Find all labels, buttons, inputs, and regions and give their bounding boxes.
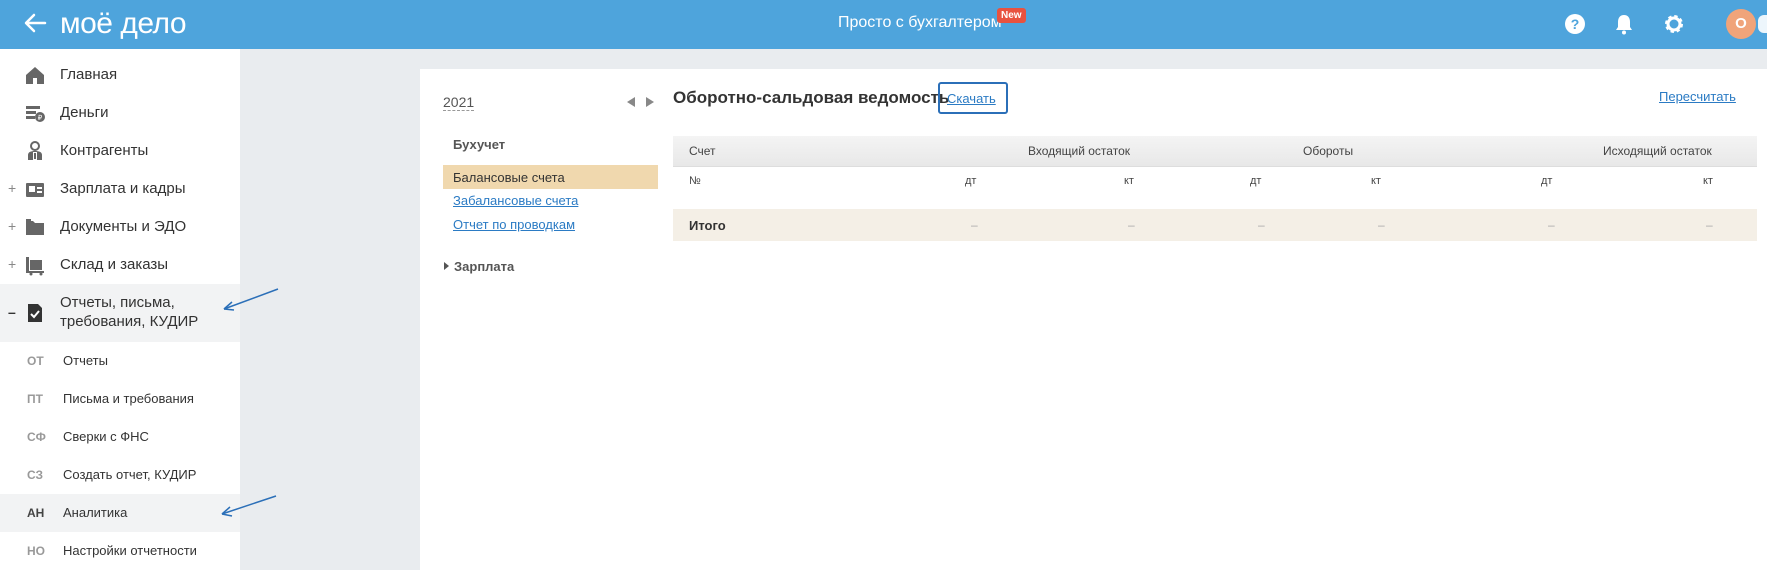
sidebar-item-salary[interactable]: + Зарплата и кадры	[0, 170, 240, 208]
sidebar-item-contractors[interactable]: Контрагенты	[0, 132, 240, 170]
subheader-number: №	[689, 175, 701, 187]
subitem-label: Настройки отчетности	[63, 543, 197, 558]
back-arrow-icon[interactable]	[20, 8, 50, 38]
help-icon[interactable]: ?	[1563, 12, 1587, 36]
next-year-icon[interactable]	[646, 97, 654, 107]
subitem-label: Создать отчет, КУДИР	[63, 467, 197, 482]
svg-text:?: ?	[1571, 16, 1580, 32]
sidebar-item-documents[interactable]: + Документы и ЭДО	[0, 208, 240, 246]
salary-group-label: Зарплата	[454, 259, 515, 274]
subheader-closing-kt: кт	[1703, 175, 1713, 187]
subitem-label: Отчеты	[63, 353, 108, 368]
section-title: Бухучет	[453, 137, 506, 152]
sidebar-item-money[interactable]: ₽ Деньги	[0, 94, 240, 132]
salary-group-toggle[interactable]: Зарплата	[444, 259, 514, 274]
subitem-label: Письма и требования	[63, 391, 194, 406]
header-divider	[673, 166, 1757, 167]
sidebar-subitem-reports[interactable]: ОТ Отчеты	[0, 342, 240, 380]
avatar-edge	[1758, 15, 1767, 33]
postings-report-link[interactable]: Отчет по проводкам	[453, 217, 575, 232]
balance-accounts-label: Балансовые счета	[453, 170, 565, 185]
subitem-label: Сверки с ФНС	[63, 429, 149, 444]
total-value: –	[1378, 218, 1385, 232]
top-header: моё дело Просто с бухгалтером New ? О	[0, 0, 1767, 49]
total-value: –	[971, 218, 978, 232]
sidebar-item-label: Контрагенты	[60, 142, 149, 159]
contractor-icon	[28, 141, 42, 160]
sidebar-subitem-fns[interactable]: СФ Сверки с ФНС	[0, 418, 240, 456]
subitem-abbr: ПТ	[27, 392, 43, 406]
sidebar-subitem-letters[interactable]: ПТ Письма и требования	[0, 380, 240, 418]
sidebar-item-label-line1: Отчеты, письма,	[60, 294, 175, 311]
download-button[interactable]: Скачать	[938, 82, 1008, 114]
subitem-abbr: СЗ	[27, 468, 44, 482]
sidebar-item-label-line2: требования, КУДИР	[60, 313, 199, 330]
header-turnover: Обороты	[1303, 144, 1354, 158]
sidebar: Главная ₽ Деньги Контрагенты + Зарплата …	[0, 49, 240, 570]
prev-year-icon[interactable]	[627, 97, 635, 107]
subitem-abbr: СФ	[27, 430, 46, 444]
folder-icon	[26, 219, 44, 235]
subitem-abbr: НО	[27, 544, 45, 558]
sidebar-item-label: Главная	[60, 66, 118, 83]
subheader-opening-kt: кт	[1124, 175, 1134, 187]
total-row: Итого – – – – – –	[673, 209, 1757, 241]
header-account: Счет	[689, 144, 716, 158]
total-value: –	[1128, 218, 1135, 232]
svg-text:₽: ₽	[38, 114, 43, 122]
subitem-label: Аналитика	[63, 505, 128, 520]
annotation-arrow	[223, 288, 279, 311]
total-value: –	[1706, 218, 1713, 232]
bell-icon[interactable]	[1612, 12, 1636, 36]
year-selector[interactable]: 2021	[443, 94, 475, 111]
expand-toggle[interactable]: +	[8, 180, 16, 196]
expand-triangle-icon	[444, 262, 449, 270]
total-value: –	[1548, 218, 1555, 232]
annotation-arrow	[221, 495, 277, 517]
collapse-toggle[interactable]: –	[8, 304, 16, 320]
header-opening-balance: Входящий остаток	[1028, 144, 1130, 158]
balance-accounts-item[interactable]: Балансовые счета	[443, 165, 658, 189]
sidebar-subitem-create-report[interactable]: СЗ Создать отчет, КУДИР	[0, 456, 240, 494]
sidebar-subitem-settings[interactable]: НО Настройки отчетности	[0, 532, 240, 570]
money-icon: ₽	[26, 106, 45, 122]
header-title[interactable]: Просто с бухгалтером	[838, 14, 1002, 32]
subheader-opening-dt: дт	[965, 175, 977, 187]
subheader-closing-dt: дт	[1541, 175, 1553, 187]
download-label: Скачать	[947, 91, 996, 106]
total-label: Итого	[689, 218, 726, 233]
home-icon	[26, 67, 44, 84]
sidebar-item-label: Склад и заказы	[60, 256, 169, 273]
new-badge: New	[997, 8, 1026, 23]
total-value: –	[1258, 218, 1265, 232]
report-title: Оборотно-сальдовая ведомость	[673, 88, 950, 107]
subheader-turnover-kt: кт	[1371, 175, 1381, 187]
user-avatar[interactable]: О	[1726, 9, 1756, 39]
subheader-turnover-dt: дт	[1250, 175, 1262, 187]
table-header: Счет Входящий остаток Обороты Исходящий …	[673, 136, 1757, 166]
sidebar-item-label: Деньги	[60, 104, 109, 121]
sidebar-item-label: Зарплата и кадры	[60, 180, 186, 197]
sidebar-item-label: Документы и ЭДО	[60, 218, 187, 235]
recalculate-link[interactable]: Пересчитать	[1659, 89, 1736, 104]
expand-toggle[interactable]: +	[8, 256, 16, 272]
sidebar-item-home[interactable]: Главная	[0, 56, 240, 94]
subitem-abbr: АН	[27, 506, 45, 520]
report-icon	[28, 304, 42, 322]
off-balance-link[interactable]: Забалансовые счета	[453, 193, 578, 208]
sidebar-item-warehouse[interactable]: + Склад и заказы	[0, 246, 240, 284]
salary-icon	[26, 183, 44, 197]
logo[interactable]: моё дело	[60, 7, 187, 41]
sidebar-item-reports[interactable]: – Отчеты, письма, требования, КУДИР	[0, 284, 240, 342]
subitem-abbr: ОТ	[27, 354, 44, 368]
expand-toggle[interactable]: +	[8, 218, 16, 234]
warehouse-icon	[26, 257, 44, 276]
gear-icon[interactable]	[1662, 12, 1686, 36]
sidebar-subitem-analytics[interactable]: АН Аналитика	[0, 494, 240, 532]
header-closing-balance: Исходящий остаток	[1603, 144, 1712, 158]
